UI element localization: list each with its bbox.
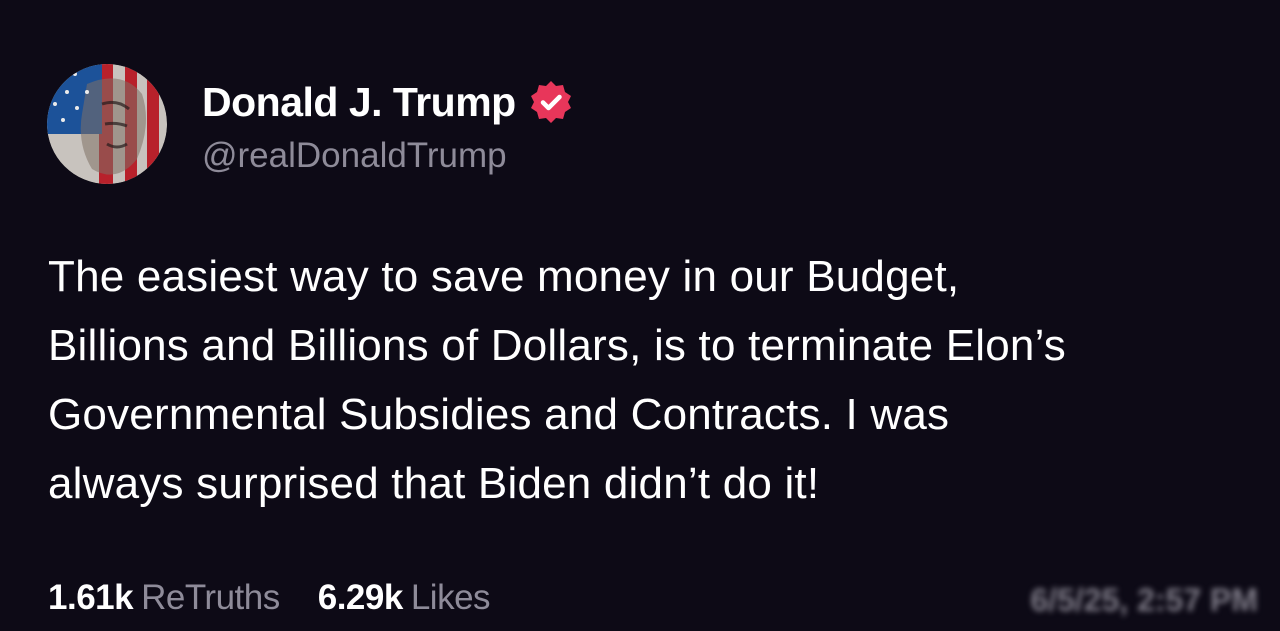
post-body: The easiest way to save money in our Bud…: [48, 242, 1273, 518]
post-timestamp: 6/5/25, 2:57 PM: [1030, 582, 1258, 618]
profile-avatar[interactable]: [47, 64, 167, 184]
post-body-line: Billions and Billions of Dollars, is to …: [48, 321, 1066, 370]
author-display-name[interactable]: Donald J. Trump: [202, 79, 516, 126]
retruths-stat[interactable]: 1.61k ReTruths: [48, 578, 280, 618]
avatar-flag-portrait-icon: [47, 64, 167, 184]
likes-count: 6.29k: [317, 578, 404, 617]
likes-stat[interactable]: 6.29k Likes: [317, 578, 491, 618]
post-stats: 1.61k ReTruths 6.29k Likes: [48, 578, 528, 618]
retruths-count: 1.61k: [48, 578, 134, 617]
retruths-label: ReTruths: [141, 578, 280, 617]
post-body-line: Governmental Subsidies and Contracts. I …: [48, 390, 950, 439]
author-block: Donald J. Trump @realDonaldTrump: [202, 76, 574, 176]
post-body-line: The easiest way to save money in our Bud…: [48, 252, 960, 301]
likes-label: Likes: [410, 578, 491, 617]
post-body-line: always surprised that Biden didn’t do it…: [48, 459, 820, 508]
verified-badge-icon: [528, 79, 574, 125]
display-name-row: Donald J. Trump: [202, 76, 574, 128]
truth-post: Donald J. Trump @realDonaldTrump The eas…: [0, 0, 1280, 631]
author-handle[interactable]: @realDonaldTrump: [202, 136, 574, 176]
